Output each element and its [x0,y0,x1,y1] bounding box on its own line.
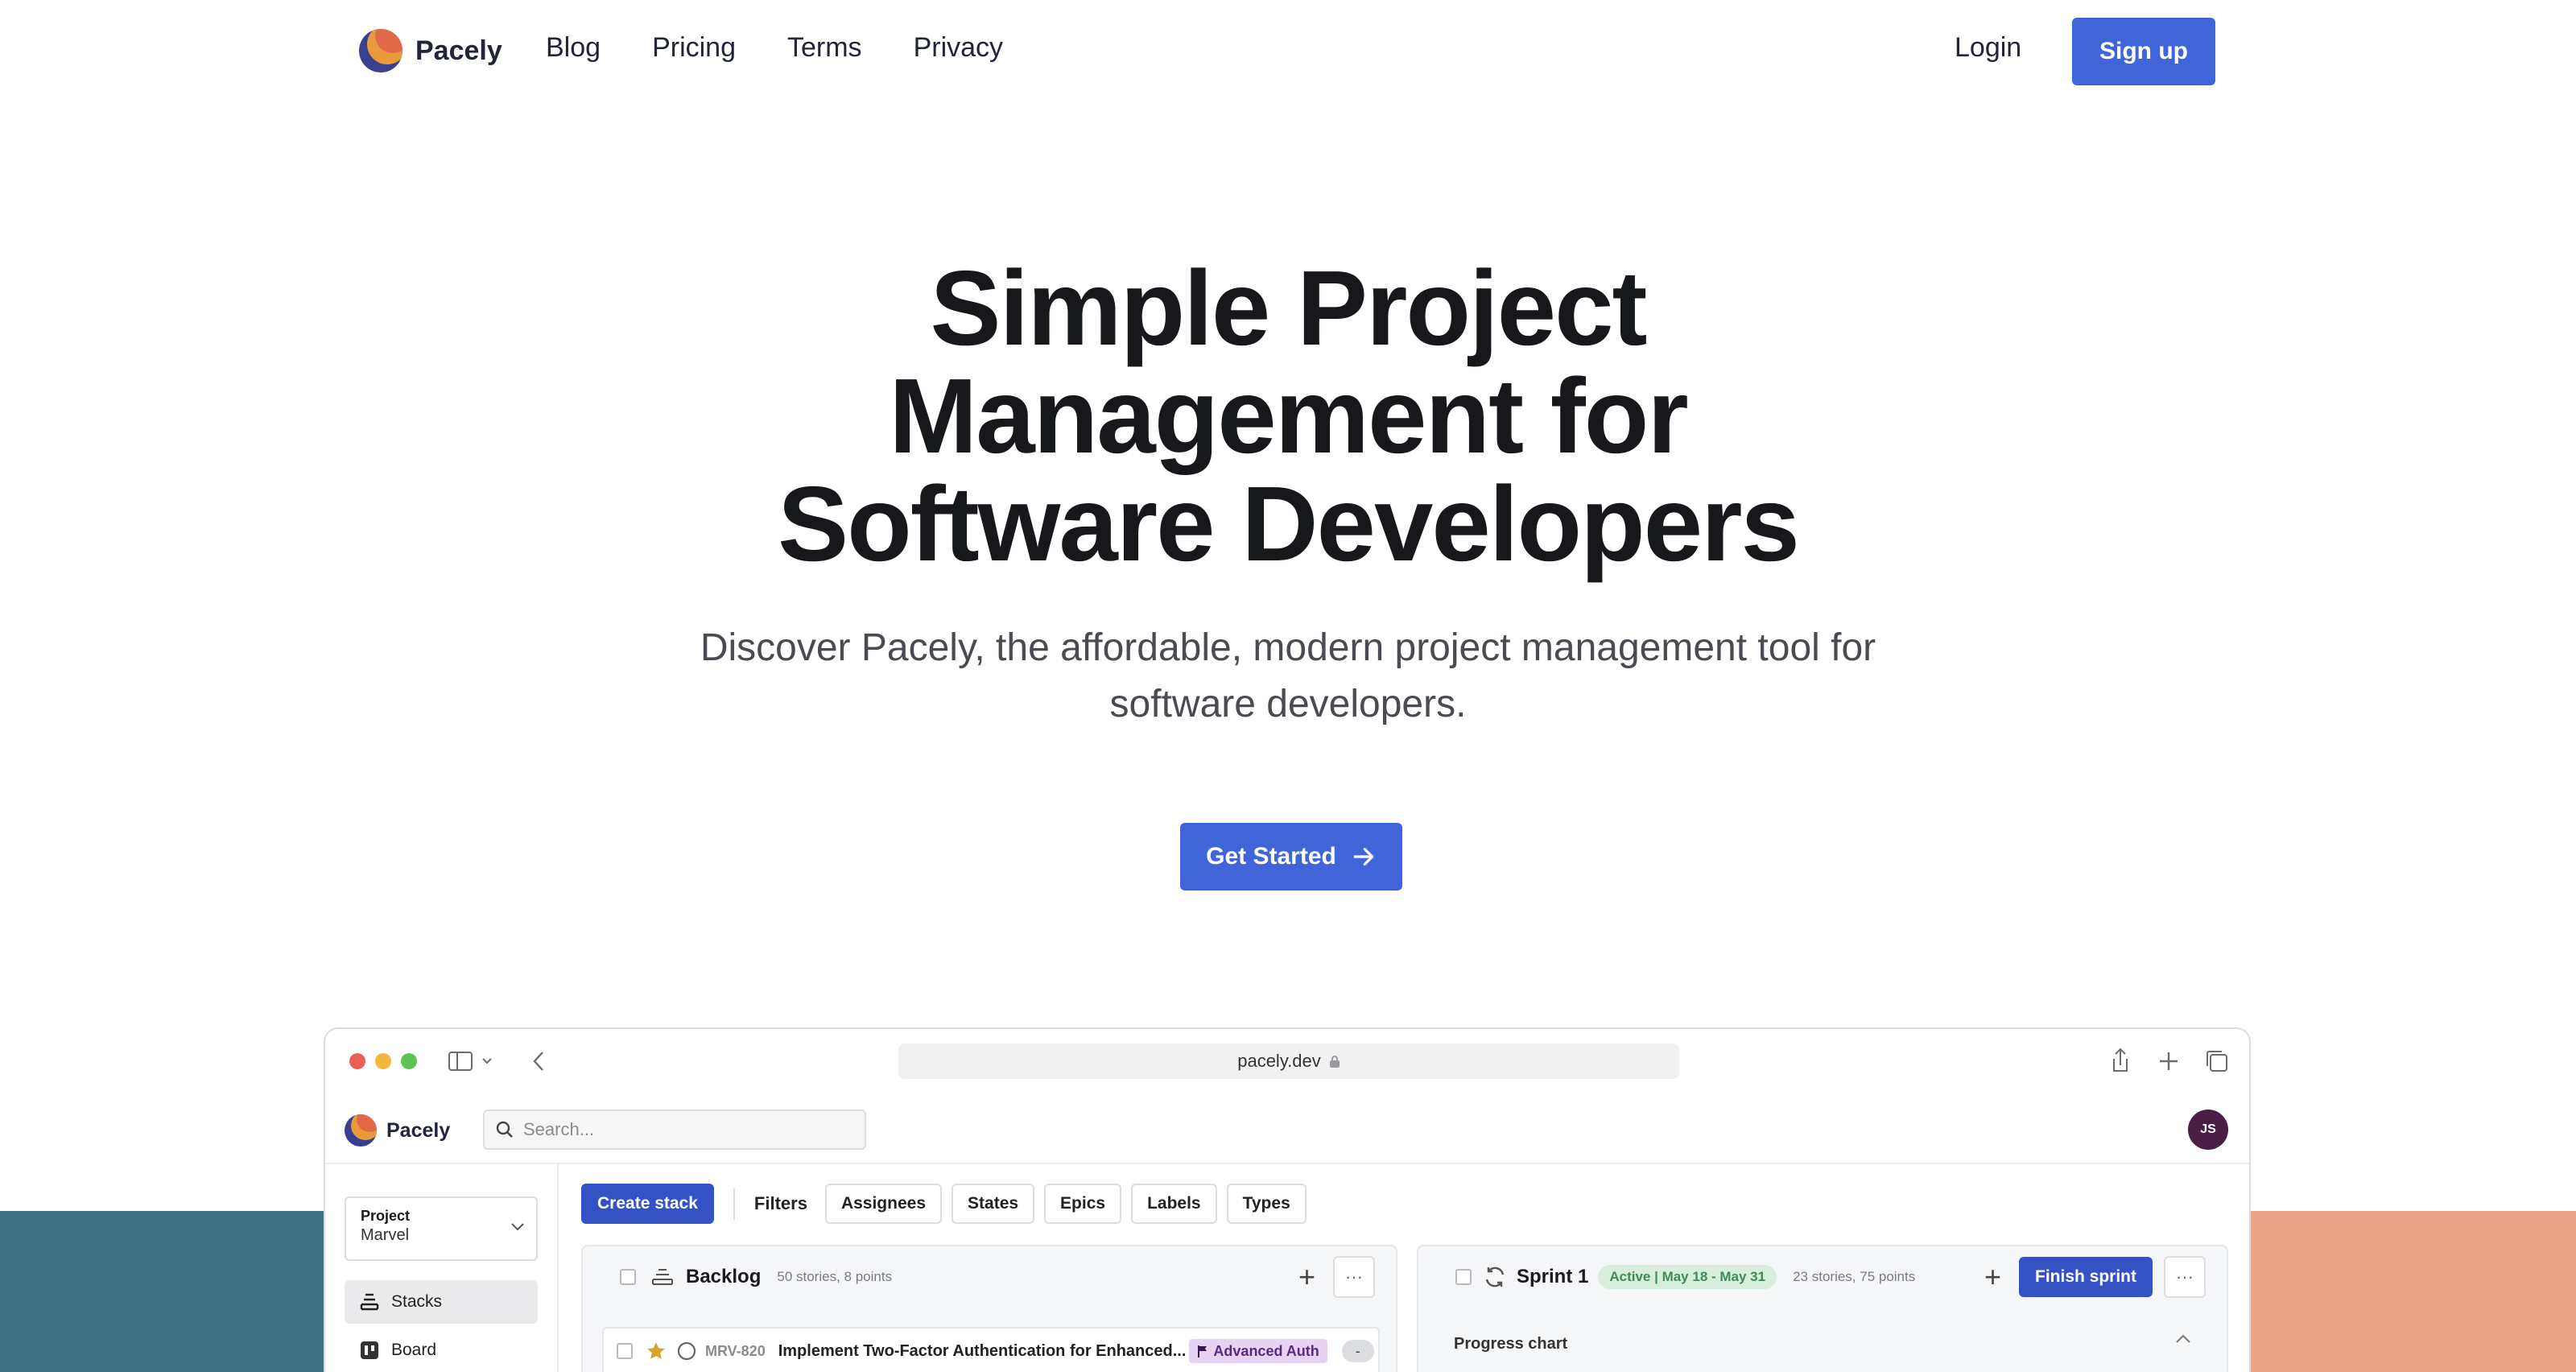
app-brand-name: Pacely [386,1118,451,1142]
chevron-down-icon [482,1058,492,1064]
sidebar-item-label: Board [391,1341,437,1359]
chevron-down-icon [511,1223,524,1231]
new-tab-icon [2160,1052,2178,1070]
sprint-more-button[interactable]: ··· [2164,1256,2206,1298]
decorative-band-right [2249,1211,2576,1372]
url-text: pacely.dev [1237,1051,1321,1071]
pacely-logo-icon [359,29,402,72]
window-close-dot [349,1053,365,1069]
nav-link-terms[interactable]: Terms [787,32,862,64]
avatar[interactable]: JS [2188,1110,2228,1150]
progress-chart-label: Progress chart [1454,1335,1568,1353]
add-story-icon[interactable]: + [1984,1260,2001,1294]
nav-link-privacy[interactable]: Privacy [914,32,1003,64]
backlog-header: Backlog 50 stories, 8 points + ··· [583,1246,1396,1308]
board-icon [361,1341,378,1359]
sprint-panel: Sprint 1 Active | May 18 - May 31 23 sto… [1417,1245,2228,1372]
filter-states[interactable]: States [952,1184,1035,1224]
nav-link-blog[interactable]: Blog [546,32,601,64]
story-row[interactable]: MRV-820 Implement Two-Factor Authenticat… [602,1327,1380,1372]
sidebar-toggle-icon [448,1052,473,1071]
backlog-panel: Backlog 50 stories, 8 points + ··· MRV-8… [581,1245,1397,1372]
top-nav: Pacely Blog Pricing Terms Privacy Login … [0,0,2576,103]
add-story-icon[interactable]: + [1298,1260,1315,1294]
hero-subtitle-line: software developers. [1109,683,1467,725]
filter-assignees[interactable]: Assignees [824,1184,943,1224]
hero-subtitle-line: Discover Pacely, the affordable, modern … [700,626,1876,669]
sprint-cycle-icon [1485,1267,1505,1287]
share-icon [2113,1048,2128,1072]
sprint-select-checkbox[interactable] [1455,1269,1472,1285]
sidebar-item-label: Stacks [391,1292,443,1311]
backlog-select-checkbox[interactable] [620,1269,636,1285]
sprint-meta: 23 stories, 75 points [1793,1269,1916,1284]
hero-title: Simple Project Management for Software D… [0,254,2576,578]
search-input[interactable]: Search... [483,1110,866,1150]
get-started-button[interactable]: Get Started [1180,823,1402,891]
chevron-up-icon[interactable] [2175,1333,2191,1345]
stacks-toolbar: Create stack Filters Assignees States Ep… [581,1184,1316,1224]
create-stack-button[interactable]: Create stack [581,1184,714,1224]
search-icon [496,1121,513,1138]
window-maximize-dot [401,1053,417,1069]
app-preview-window: pacely.dev Pacely Search... JS Project M… [324,1027,2251,1372]
back-icon [533,1052,543,1071]
more-icon: ··· [2176,1267,2194,1287]
toolbar-divider [733,1188,735,1220]
app-logo[interactable]: Pacely [345,1114,450,1147]
window-minimize-dot [375,1053,391,1069]
stacks-icon [652,1269,673,1285]
filter-labels[interactable]: Labels [1131,1184,1217,1224]
app-sidebar: Project Marvel Stacks Board [325,1164,559,1372]
tabs-overview-icon [2207,1051,2227,1072]
epic-tag[interactable]: Advanced Auth [1189,1339,1327,1363]
story-points: - [1341,1340,1374,1362]
lock-icon [1329,1056,1340,1068]
story-title: Implement Two-Factor Authentication for … [778,1341,1187,1360]
project-value: Marvel [361,1226,410,1244]
filter-epics[interactable]: Epics [1044,1184,1122,1224]
hero-title-line: Software Developers [778,465,1800,583]
story-checkbox[interactable] [617,1343,633,1359]
browser-chrome: pacely.dev [325,1029,2249,1097]
stacks-icon [360,1293,379,1311]
signup-button[interactable]: Sign up [2072,18,2215,85]
app-main: Create stack Filters Assignees States Ep… [559,1164,2249,1372]
backlog-title: Backlog [686,1266,762,1287]
story-id: MRV-820 [705,1342,766,1359]
more-icon: ··· [1345,1267,1363,1287]
brand-name: Pacely [415,35,502,66]
backlog-more-button[interactable]: ··· [1333,1256,1375,1298]
decorative-band-left [0,1211,327,1372]
arrow-right-icon [1353,848,1374,866]
brand-logo[interactable]: Pacely [359,29,502,72]
hero-title-line: Simple Project [930,249,1648,367]
nav-link-pricing[interactable]: Pricing [652,32,736,64]
filter-types[interactable]: Types [1226,1184,1307,1224]
project-label: Project [361,1208,411,1224]
get-started-label: Get Started [1206,843,1336,870]
nav-links: Blog Pricing Terms Privacy [546,32,1055,64]
status-circle-icon [677,1341,696,1361]
epic-tag-label: Advanced Auth [1213,1342,1319,1359]
sidebar-item-board[interactable]: Board [345,1329,538,1372]
hero-title-line: Management for [889,357,1688,475]
hero-subtitle: Discover Pacely, the affordable, modern … [684,620,1892,733]
url-bar[interactable]: pacely.dev [898,1043,1679,1079]
sprint-title: Sprint 1 [1517,1266,1589,1287]
sprint-status-badge: Active | May 18 - May 31 [1598,1265,1777,1289]
search-placeholder: Search... [523,1119,595,1139]
backlog-meta: 50 stories, 8 points [777,1269,893,1284]
pacely-logo-icon [345,1114,377,1147]
filters-label: Filters [753,1193,807,1213]
project-selector[interactable]: Project Marvel [345,1196,538,1261]
sprint-header: Sprint 1 Active | May 18 - May 31 23 sto… [1418,1246,2227,1308]
sidebar-item-stacks[interactable]: Stacks [345,1280,538,1324]
flag-icon [1198,1345,1208,1358]
finish-sprint-button[interactable]: Finish sprint [2019,1257,2153,1297]
login-link[interactable]: Login [1955,32,2021,64]
app-header: Pacely Search... JS [325,1097,2249,1164]
star-icon [647,1342,665,1359]
